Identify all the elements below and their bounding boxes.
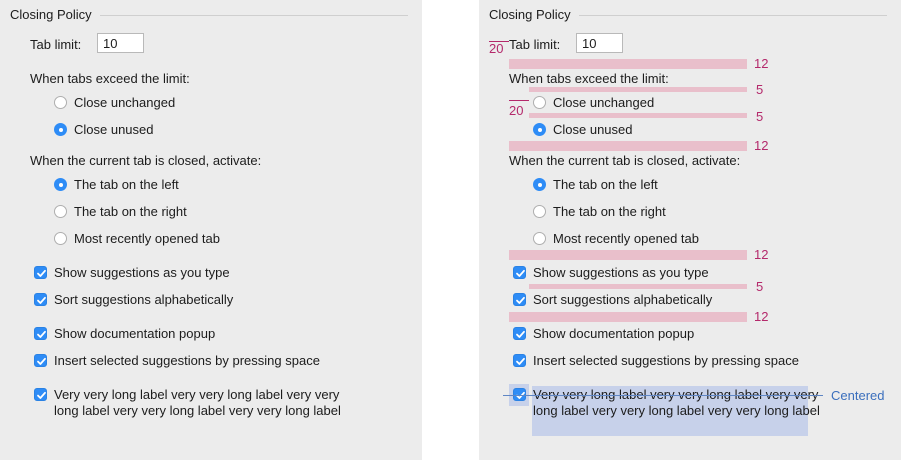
center-guide-line [503, 395, 823, 396]
checkmark-icon [37, 391, 46, 399]
checkbox-checked[interactable] [513, 293, 526, 306]
radio-label: Close unused [74, 122, 154, 137]
checkbox-label: Sort suggestions alphabetically [54, 292, 234, 307]
checkbox-checked[interactable] [34, 354, 47, 367]
checkbox-label: Insert selected suggestions by pressing … [533, 353, 799, 368]
checkbox-long-label[interactable]: Very very long label very very long labe… [34, 387, 354, 437]
checkbox-checked[interactable] [34, 293, 47, 306]
radio-button-selected[interactable] [54, 123, 67, 136]
when-closed-label: When the current tab is closed, activate… [509, 153, 741, 168]
radio-label: Most recently opened tab [553, 231, 699, 246]
spacing-value: 5 [756, 109, 764, 124]
checkbox-checked[interactable] [513, 327, 526, 340]
radio-button-selected[interactable] [54, 178, 67, 191]
checkbox-checked[interactable] [34, 388, 47, 401]
radio-label: The tab on the right [74, 204, 187, 219]
checkmark-icon [516, 269, 525, 277]
checkbox-label: Show suggestions as you type [533, 265, 709, 280]
radio-label: Close unused [553, 122, 633, 137]
indent-value: 20 [509, 103, 524, 118]
tab-limit-input[interactable] [576, 33, 623, 53]
spacing-value: 5 [756, 82, 764, 97]
checkbox-label: Show suggestions as you type [54, 265, 230, 280]
radio-button[interactable] [54, 205, 67, 218]
checkbox-checked[interactable] [513, 354, 526, 367]
radio-most-recent[interactable]: Most recently opened tab [533, 231, 733, 247]
checkbox-label: Very very long label very very long labe… [533, 387, 820, 418]
radio-tab-right[interactable]: The tab on the right [54, 204, 254, 220]
checkbox-label: Show documentation popup [533, 326, 695, 341]
spacing-value: 12 [754, 247, 769, 262]
spacing-bar [509, 141, 747, 151]
radio-label: Most recently opened tab [74, 231, 220, 246]
checkmark-icon [37, 269, 46, 277]
checkbox-label: Very very long label very very long labe… [54, 387, 341, 418]
radio-most-recent[interactable]: Most recently opened tab [54, 231, 254, 247]
radio-button[interactable] [54, 232, 67, 245]
radio-close-unchanged[interactable]: Close unchanged [533, 95, 703, 111]
centered-annotation: Centered [831, 388, 885, 403]
checkbox-label: Insert selected suggestions by pressing … [54, 353, 320, 368]
spacing-bar [529, 284, 747, 289]
spacing-value: 12 [754, 56, 769, 71]
left-settings-panel: Closing Policy Tab limit: When tabs exce… [0, 0, 422, 460]
spacing-bar [509, 312, 747, 322]
checkbox-show-docs[interactable]: Show documentation popup [34, 326, 374, 342]
checkmark-icon [37, 296, 46, 304]
checkmark-icon [516, 357, 525, 365]
when-exceed-label: When tabs exceed the limit: [509, 71, 669, 86]
checkbox-sort-suggestions[interactable]: Sort suggestions alphabetically [513, 292, 813, 308]
right-settings-panel-annotated: Closing Policy 20 Tab limit: 12 When tab… [479, 0, 901, 460]
radio-label: The tab on the left [553, 177, 658, 192]
spacing-value: 12 [754, 309, 769, 324]
group-separator [100, 15, 408, 16]
when-closed-label: When the current tab is closed, activate… [30, 153, 262, 168]
checkbox-show-suggestions[interactable]: Show suggestions as you type [34, 265, 334, 281]
tab-limit-label: Tab limit: [509, 37, 561, 52]
radio-button-selected[interactable] [533, 123, 546, 136]
checkbox-checked[interactable] [513, 266, 526, 279]
checkmark-icon [37, 357, 46, 365]
spacing-bar [529, 87, 747, 92]
checkbox-insert-space[interactable]: Insert selected suggestions by pressing … [34, 353, 374, 369]
checkmark-icon [37, 330, 46, 338]
radio-close-unchanged[interactable]: Close unchanged [54, 95, 224, 111]
indent-marker [509, 100, 529, 101]
checkbox-show-suggestions[interactable]: Show suggestions as you type [513, 265, 813, 281]
radio-close-unused[interactable]: Close unused [54, 122, 224, 138]
radio-button[interactable] [533, 205, 546, 218]
group-title: Closing Policy [10, 7, 92, 22]
spacing-bar [509, 250, 747, 260]
radio-label: The tab on the left [74, 177, 179, 192]
checkbox-sort-suggestions[interactable]: Sort suggestions alphabetically [34, 292, 334, 308]
spacing-bar [529, 113, 747, 118]
checkmark-icon [516, 330, 525, 338]
radio-tab-right[interactable]: The tab on the right [533, 204, 733, 220]
group-title: Closing Policy [489, 7, 571, 22]
radio-tab-left[interactable]: The tab on the left [54, 177, 254, 193]
checkbox-label: Sort suggestions alphabetically [533, 292, 713, 307]
tab-limit-label: Tab limit: [30, 37, 82, 52]
radio-close-unused[interactable]: Close unused [533, 122, 703, 138]
radio-button-selected[interactable] [533, 178, 546, 191]
radio-button[interactable] [54, 96, 67, 109]
group-separator [579, 15, 887, 16]
radio-label: The tab on the right [553, 204, 666, 219]
checkbox-checked[interactable] [34, 266, 47, 279]
checkbox-checked[interactable] [34, 327, 47, 340]
spacing-bar [509, 59, 747, 69]
checkmark-icon [516, 296, 525, 304]
radio-label: Close unchanged [553, 95, 655, 110]
radio-tab-left[interactable]: The tab on the left [533, 177, 733, 193]
radio-label: Close unchanged [74, 95, 176, 110]
spacing-value: 12 [754, 138, 769, 153]
when-exceed-label: When tabs exceed the limit: [30, 71, 190, 86]
radio-button[interactable] [533, 232, 546, 245]
checkbox-insert-space[interactable]: Insert selected suggestions by pressing … [513, 353, 853, 369]
checkbox-show-docs[interactable]: Show documentation popup [513, 326, 853, 342]
indent-value: 20 [489, 41, 504, 56]
tab-limit-input[interactable] [97, 33, 144, 53]
radio-button[interactable] [533, 96, 546, 109]
checkbox-label: Show documentation popup [54, 326, 216, 341]
